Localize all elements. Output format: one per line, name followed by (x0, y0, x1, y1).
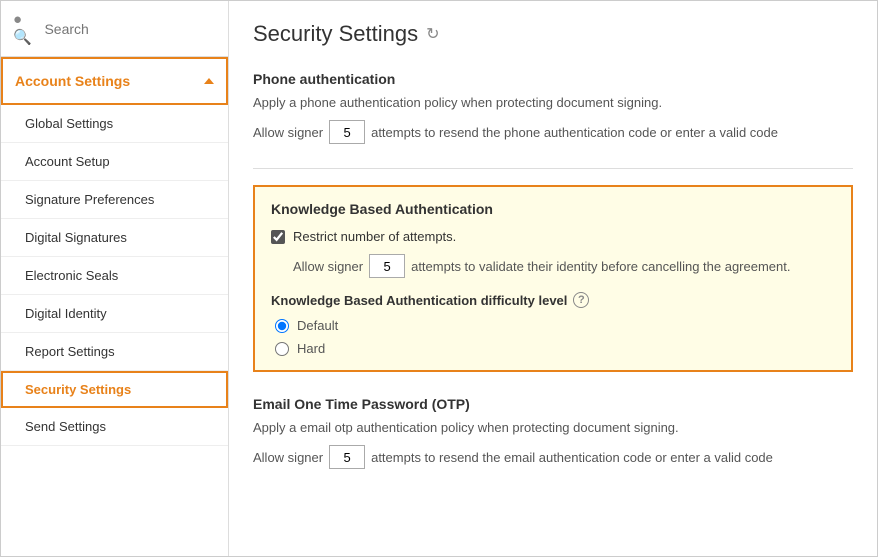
otp-desc: Apply a email otp authentication policy … (253, 420, 853, 435)
phone-auth-attempts-row: Allow signer attempts to resend the phon… (253, 120, 853, 144)
restrict-attempts-row: Restrict number of attempts. (271, 229, 835, 244)
sidebar-nav: Global Settings Account Setup Signature … (1, 105, 228, 446)
phone-auth-section: Phone authentication Apply a phone authe… (253, 71, 853, 144)
refresh-icon[interactable]: ↻ (426, 24, 439, 44)
difficulty-radio-group: Default Hard (275, 318, 835, 356)
otp-attempts-row: Allow signer attempts to resend the emai… (253, 445, 853, 469)
account-settings-header[interactable]: Account Settings (1, 57, 228, 105)
help-icon[interactable]: ? (573, 292, 589, 308)
phone-auth-desc: Apply a phone authentication policy when… (253, 95, 853, 110)
restrict-attempts-checkbox[interactable] (271, 230, 285, 244)
otp-allow-signer-suffix: attempts to resend the email authenticat… (371, 450, 773, 465)
search-input[interactable] (44, 21, 216, 37)
sidebar-item-digital-identity[interactable]: Digital Identity (1, 295, 228, 333)
sidebar: ●🔍 Account Settings Global Settings Acco… (1, 1, 229, 556)
sidebar-item-account-setup[interactable]: Account Setup (1, 143, 228, 181)
radio-hard[interactable] (275, 342, 289, 356)
search-icon: ●🔍 (13, 11, 36, 46)
restrict-attempts-label: Restrict number of attempts. (293, 229, 456, 244)
radio-default-label: Default (297, 318, 338, 333)
kba-allow-signer-prefix: Allow signer (293, 259, 363, 274)
kba-attempts-input[interactable] (369, 254, 405, 278)
phone-attempts-input[interactable] (329, 120, 365, 144)
sidebar-item-signature-preferences[interactable]: Signature Preferences (1, 181, 228, 219)
sidebar-item-security-settings[interactable]: Security Settings (1, 371, 228, 408)
kba-title: Knowledge Based Authentication (271, 201, 835, 217)
otp-title: Email One Time Password (OTP) (253, 396, 853, 412)
kba-allow-signer-suffix: attempts to validate their identity befo… (411, 259, 790, 274)
phone-auth-title: Phone authentication (253, 71, 853, 87)
sidebar-item-digital-signatures[interactable]: Digital Signatures (1, 219, 228, 257)
radio-hard-row: Hard (275, 341, 835, 356)
search-bar[interactable]: ●🔍 (1, 1, 228, 57)
kba-attempts-row: Allow signer attempts to validate their … (293, 254, 835, 278)
divider-1 (253, 168, 853, 169)
kba-section: Knowledge Based Authentication Restrict … (253, 185, 853, 372)
chevron-up-icon (204, 78, 214, 84)
main-content: Security Settings ↻ Phone authentication… (229, 1, 877, 556)
phone-allow-signer-prefix: Allow signer (253, 125, 323, 140)
sidebar-item-electronic-seals[interactable]: Electronic Seals (1, 257, 228, 295)
otp-attempts-input[interactable] (329, 445, 365, 469)
page-title: Security Settings (253, 21, 418, 47)
sidebar-item-global-settings[interactable]: Global Settings (1, 105, 228, 143)
radio-default-row: Default (275, 318, 835, 333)
sidebar-item-send-settings[interactable]: Send Settings (1, 408, 228, 446)
page-title-area: Security Settings ↻ (253, 21, 853, 47)
otp-section: Email One Time Password (OTP) Apply a em… (253, 396, 853, 469)
difficulty-level-label: Knowledge Based Authentication difficult… (271, 292, 835, 308)
sidebar-item-report-settings[interactable]: Report Settings (1, 333, 228, 371)
phone-allow-signer-suffix: attempts to resend the phone authenticat… (371, 125, 778, 140)
otp-allow-signer-prefix: Allow signer (253, 450, 323, 465)
account-settings-label: Account Settings (15, 73, 130, 89)
radio-default[interactable] (275, 319, 289, 333)
radio-hard-label: Hard (297, 341, 325, 356)
